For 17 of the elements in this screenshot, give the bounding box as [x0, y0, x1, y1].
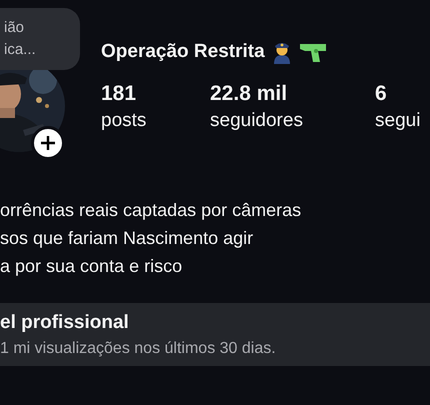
panel-title: el profissional — [0, 312, 130, 334]
dashboard-panel[interactable]: el profissional 1 mi visualizações nos últimos 30 dias. — [0, 303, 430, 366]
water-pistol-icon — [298, 41, 327, 63]
note-text: ião — [4, 19, 26, 37]
bio-line: sos que fariam Nascimento agir — [0, 228, 254, 249]
stat-label: seguidores — [210, 110, 304, 132]
stat-value: 22.8 mil — [210, 82, 288, 106]
bio-line: a por sua conta e risco — [0, 256, 184, 277]
stat-label: segui — [375, 110, 422, 132]
profile-name: Operação Restrita — [101, 41, 265, 63]
bio-line: orrências reais captadas por câmeras — [0, 200, 302, 221]
stat-value: 6 — [375, 82, 388, 106]
stat-value: 181 — [101, 82, 138, 106]
panel-subtitle: 1 mi visualizações nos últimos 30 dias. — [0, 340, 277, 358]
note-text: ica... — [4, 41, 37, 59]
stat-label: posts — [101, 110, 148, 132]
note-bubble[interactable]: ião ica... — [0, 8, 80, 70]
